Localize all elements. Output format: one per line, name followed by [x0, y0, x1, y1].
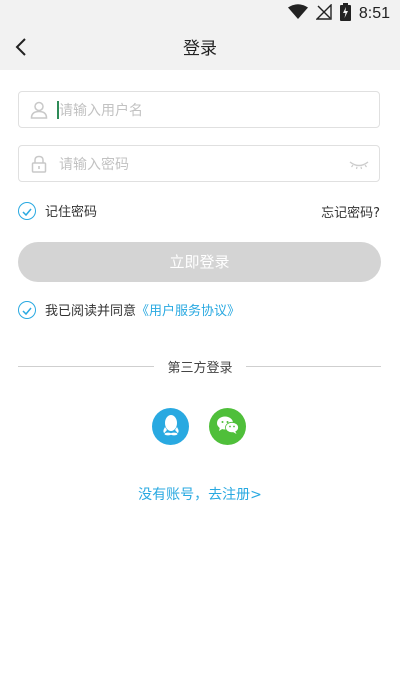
- battery-charging-icon: [339, 3, 351, 25]
- register-link[interactable]: 没有账号，去注册>: [0, 484, 400, 504]
- wifi-icon: [287, 4, 308, 24]
- remember-password-checkbox[interactable]: [18, 201, 36, 220]
- agreement-checkbox[interactable]: [18, 300, 36, 319]
- login-button[interactable]: 立即登录: [18, 242, 381, 282]
- password-visibility-toggle[interactable]: [349, 156, 369, 172]
- wechat-icon: [216, 415, 240, 439]
- username-field-container: [18, 91, 380, 129]
- wechat-login-button[interactable]: [209, 408, 246, 445]
- remember-password-row: 记住密码: [18, 201, 97, 220]
- no-signal-icon: [315, 3, 332, 24]
- checkmark-icon: [22, 300, 32, 319]
- page-title: 登录: [183, 39, 217, 59]
- agreement-text: 我已阅读并同意《用户服务协议》: [45, 300, 240, 319]
- forgot-password-link[interactable]: 忘记密码?: [321, 202, 380, 221]
- agreement-row: 我已阅读并同意《用户服务协议》: [18, 300, 240, 319]
- nav-bar: 登录: [0, 28, 400, 70]
- status-bar: 8:51: [0, 0, 400, 28]
- checkmark-icon: [22, 201, 32, 220]
- username-input[interactable]: [57, 92, 341, 129]
- service-agreement-link[interactable]: 《用户服务协议》: [136, 304, 240, 319]
- status-icons: 8:51: [287, 3, 390, 25]
- qq-icon: [161, 414, 181, 440]
- chevron-left-icon: [14, 38, 28, 60]
- password-input[interactable]: [57, 146, 341, 183]
- eye-closed-icon: [349, 157, 369, 176]
- qq-login-button[interactable]: [152, 408, 189, 445]
- back-button[interactable]: [6, 34, 36, 64]
- password-field-container: [18, 145, 380, 183]
- agreement-prefix: 我已阅读并同意: [45, 304, 137, 319]
- status-time: 8:51: [358, 5, 390, 22]
- remember-password-label: 记住密码: [45, 205, 98, 220]
- user-icon: [30, 101, 48, 119]
- lock-icon: [30, 155, 48, 173]
- divider-right: [246, 366, 381, 367]
